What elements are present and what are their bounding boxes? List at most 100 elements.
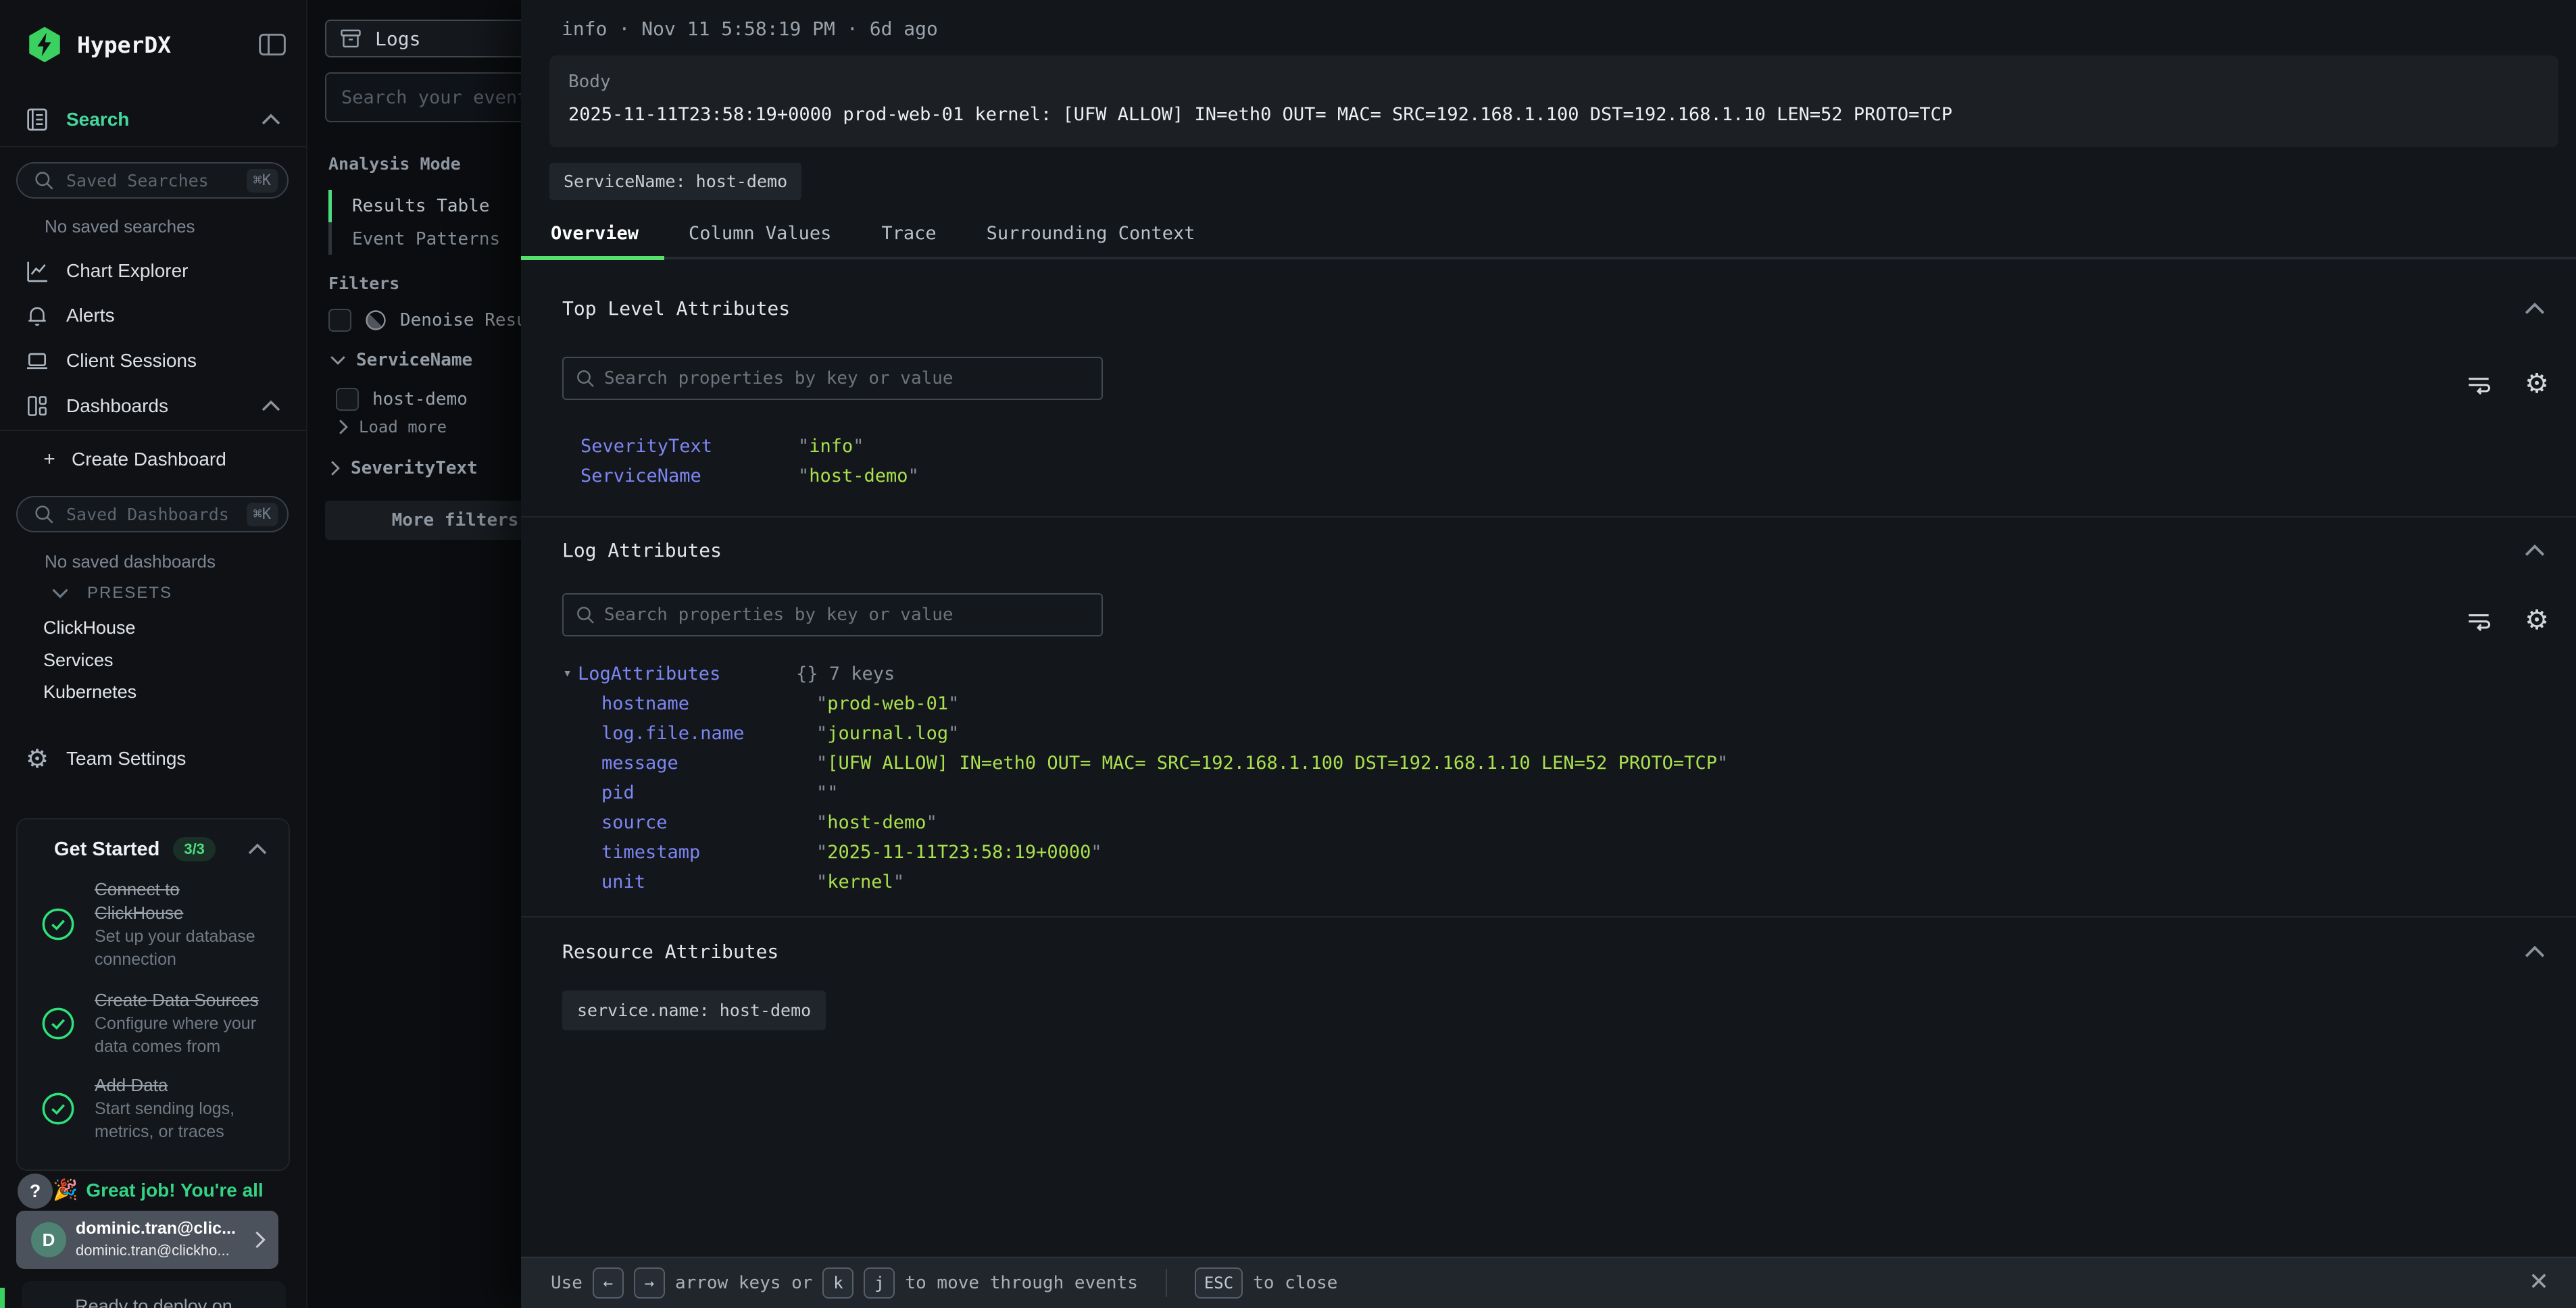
top-level-search-input[interactable]: [604, 368, 1101, 388]
wrap-lines-icon[interactable]: [2464, 369, 2494, 399]
saved-dashboards-search[interactable]: ⌘K: [16, 496, 289, 532]
preset-services[interactable]: Services: [43, 650, 114, 671]
attribute-key[interactable]: unit: [601, 872, 645, 892]
tab-overview[interactable]: Overview: [551, 223, 639, 251]
bell-icon: [23, 303, 51, 328]
mode-event-patterns[interactable]: Event Patterns: [352, 229, 500, 249]
severitytext-group[interactable]: SeverityText: [329, 458, 478, 478]
denoise-checkbox[interactable]: [328, 309, 351, 332]
preset-kubernetes[interactable]: Kubernetes: [43, 682, 137, 703]
j-key[interactable]: j: [864, 1267, 895, 1299]
create-dashboard-button[interactable]: + Create Dashboard: [0, 441, 306, 478]
get-started-item[interactable]: Connect to ClickHouse Set up your databa…: [41, 878, 271, 971]
attribute-value[interactable]: prod-web-01: [827, 693, 948, 714]
caret-down-icon[interactable]: ▾: [563, 665, 572, 682]
saved-dashboards-input[interactable]: [66, 505, 236, 524]
sidebar-item-dashboards[interactable]: Dashboards: [0, 385, 306, 427]
tab-column-values[interactable]: Column Values: [689, 223, 831, 251]
preset-clickhouse[interactable]: ClickHouse: [43, 618, 136, 638]
chevron-up-icon[interactable]: [260, 113, 282, 126]
attribute-value[interactable]: info: [809, 436, 853, 457]
esc-key[interactable]: ESC: [1195, 1267, 1243, 1299]
sidebar-item-client-sessions[interactable]: Client Sessions: [0, 340, 306, 382]
search-journal-icon: [23, 106, 51, 133]
attribute-row[interactable]: unit "kernel": [521, 872, 2576, 901]
attribute-row[interactable]: SeverityText "info": [521, 436, 2576, 466]
attribute-key[interactable]: message: [601, 753, 678, 774]
presets-group[interactable]: PRESETS: [51, 584, 172, 603]
attribute-key[interactable]: LogAttributes: [578, 663, 720, 684]
attribute-key[interactable]: pid: [601, 782, 635, 803]
attribute-key[interactable]: timestamp: [601, 842, 700, 863]
attribute-row[interactable]: log.file.name "journal.log": [521, 723, 2576, 753]
attribute-row[interactable]: source "host-demo": [521, 812, 2576, 842]
attribute-key[interactable]: source: [601, 812, 668, 833]
attribute-tree-root[interactable]: ▾ LogAttributes {} 7 keys: [521, 663, 2576, 693]
attribute-key[interactable]: ServiceName: [580, 466, 701, 486]
severitytext-group-label: SeverityText: [351, 458, 478, 478]
toast-edge: [0, 1288, 5, 1308]
tab-trace[interactable]: Trace: [881, 223, 936, 251]
hint-text: Use: [551, 1273, 583, 1293]
sidebar-item-search[interactable]: Search: [0, 99, 306, 141]
load-more-row[interactable]: Load more: [337, 418, 447, 436]
host-demo-checkbox[interactable]: [336, 388, 359, 411]
close-icon[interactable]: ✕: [2529, 1267, 2549, 1296]
attribute-value[interactable]: [UFW ALLOW] IN=eth0 OUT= MAC= SRC=192.16…: [827, 753, 1717, 774]
chevron-up-icon[interactable]: [260, 399, 282, 413]
wrap-lines-icon[interactable]: [2464, 605, 2494, 635]
chevron-up-icon[interactable]: [2523, 945, 2546, 959]
attribute-value[interactable]: 2025-11-11T23:58:19+0000: [827, 842, 1091, 863]
service-name-pill[interactable]: ServiceName: host-demo: [549, 163, 801, 200]
right-arrow-key[interactable]: →: [634, 1267, 665, 1299]
gear-icon[interactable]: ⚙: [2525, 605, 2549, 635]
collapse-sidebar-icon[interactable]: [257, 32, 287, 57]
section-divider: [521, 916, 2576, 917]
chevron-down-icon: [51, 587, 70, 599]
sidebar-item-chart-explorer[interactable]: Chart Explorer: [0, 250, 306, 292]
search-icon: [32, 169, 55, 192]
chevron-up-icon[interactable]: [2523, 301, 2546, 316]
attribute-key[interactable]: hostname: [601, 693, 689, 714]
attribute-row[interactable]: pid "": [521, 782, 2576, 812]
mode-results-table[interactable]: Results Table: [352, 196, 490, 216]
chevron-up-icon[interactable]: [247, 842, 268, 856]
attribute-key[interactable]: log.file.name: [601, 723, 744, 744]
sidebar-item-team-settings[interactable]: ⚙ Team Settings: [0, 738, 306, 780]
user-account-card[interactable]: D dominic.tran@clic... dominic.tran@clic…: [16, 1211, 278, 1269]
sidebar-item-alerts[interactable]: Alerts: [0, 295, 306, 336]
tab-surrounding-context[interactable]: Surrounding Context: [987, 223, 1195, 251]
attribute-value[interactable]: host-demo: [809, 466, 908, 486]
log-attributes-search-input[interactable]: [604, 605, 1101, 625]
resource-service-pill[interactable]: service.name: host-demo: [562, 990, 826, 1030]
check-circle-icon: [41, 907, 76, 942]
attribute-row[interactable]: hostname "prod-web-01": [521, 693, 2576, 723]
gear-icon[interactable]: ⚙: [2525, 369, 2549, 399]
get-started-card: Get Started 3/3 Connect to ClickHouse Se…: [16, 818, 290, 1171]
attribute-value[interactable]: kernel: [827, 872, 893, 892]
top-level-search[interactable]: [562, 357, 1103, 400]
log-attributes-search[interactable]: [562, 593, 1103, 636]
saved-searches-input[interactable]: [66, 171, 236, 191]
k-key[interactable]: k: [822, 1267, 853, 1299]
chevron-up-icon[interactable]: [2523, 543, 2546, 558]
section-divider: [521, 516, 2576, 518]
host-demo-filter-row[interactable]: host-demo: [336, 388, 468, 411]
attribute-value[interactable]: host-demo: [827, 812, 926, 833]
attribute-key[interactable]: SeverityText: [580, 436, 712, 457]
get-started-item[interactable]: Add Data Start sending logs, metrics, or…: [41, 1074, 271, 1143]
get-started-item[interactable]: Create Data Sources Configure where your…: [41, 988, 271, 1058]
log-body-text[interactable]: 2025-11-11T23:58:19+0000 prod-web-01 ker…: [568, 104, 2545, 125]
get-started-item-title: Connect to ClickHouse: [95, 879, 184, 923]
body-card: Body 2025-11-11T23:58:19+0000 prod-web-0…: [549, 55, 2558, 147]
help-button[interactable]: ?: [18, 1174, 53, 1209]
servicename-group[interactable]: ServiceName: [329, 350, 472, 370]
saved-searches-search[interactable]: ⌘K: [16, 162, 289, 199]
attribute-row[interactable]: message "[UFW ALLOW] IN=eth0 OUT= MAC= S…: [521, 753, 2576, 782]
get-started-item-desc: Configure where your data comes from: [95, 1014, 256, 1056]
attribute-row[interactable]: ServiceName "host-demo": [521, 466, 2576, 495]
attribute-row[interactable]: timestamp "2025-11-11T23:58:19+0000": [521, 842, 2576, 872]
attribute-value[interactable]: journal.log: [827, 723, 948, 744]
left-arrow-key[interactable]: ←: [593, 1267, 624, 1299]
party-popper-icon: 🎉: [53, 1178, 78, 1202]
